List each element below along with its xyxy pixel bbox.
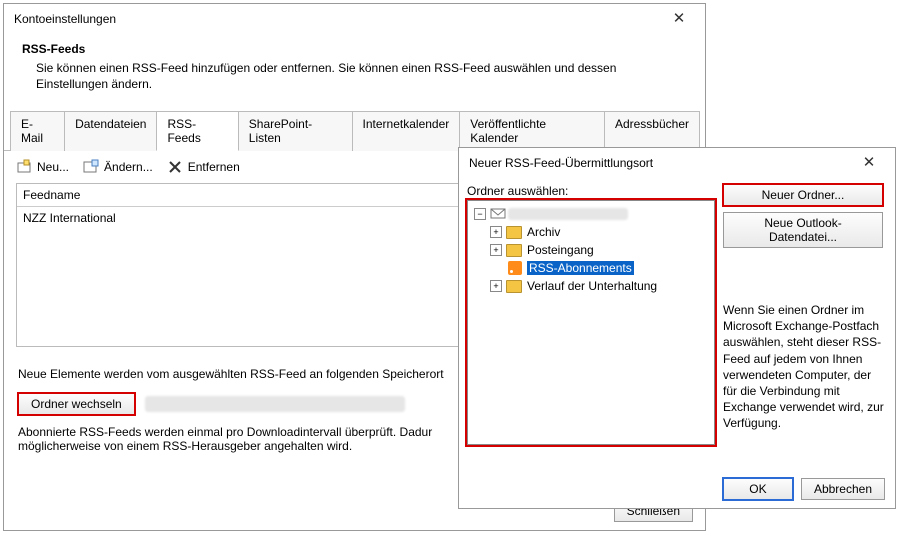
expand-icon[interactable]: + xyxy=(490,244,502,256)
tree-label: Posteingang xyxy=(527,243,594,257)
folder-icon xyxy=(506,226,522,239)
new-folder-button[interactable]: Neuer Ordner... xyxy=(723,184,883,206)
tree-label: Archiv xyxy=(527,225,560,239)
new-icon xyxy=(16,159,32,175)
tree-label: Verlauf der Unterhaltung xyxy=(527,279,657,293)
ok-button[interactable]: OK xyxy=(723,478,793,500)
new-datafile-button[interactable]: Neue Outlook-Datendatei... xyxy=(723,212,883,248)
tabs: E-Mail Datendateien RSS-Feeds SharePoint… xyxy=(4,110,705,151)
rss-icon xyxy=(508,261,522,275)
redacted-account xyxy=(508,208,628,220)
cancel-button[interactable]: Abbrechen xyxy=(801,478,885,500)
expand-icon[interactable]: + xyxy=(490,226,502,238)
redacted-path xyxy=(145,396,405,412)
dialog-title: Neuer RSS-Feed-Übermittlungsort xyxy=(469,156,653,170)
window-title: Kontoeinstellungen xyxy=(14,12,116,26)
tree-item-rss[interactable]: RSS-Abonnements xyxy=(470,259,712,277)
tab-address-books[interactable]: Adressbücher xyxy=(604,111,700,151)
dialog-buttons: OK Abbrechen xyxy=(723,478,885,500)
tree-panel: Ordner auswählen: − + Archiv + xyxy=(467,184,715,445)
tree-root[interactable]: − xyxy=(470,205,712,223)
tab-email[interactable]: E-Mail xyxy=(10,111,65,151)
close-icon[interactable]: ✕ xyxy=(849,149,889,177)
change-button[interactable]: Ändern... xyxy=(83,159,153,175)
remove-icon xyxy=(167,159,183,175)
dialog-body: Ordner auswählen: − + Archiv + xyxy=(459,178,895,485)
mailbox-icon xyxy=(490,206,506,223)
folder-icon xyxy=(506,280,522,293)
titlebar: Neuer RSS-Feed-Übermittlungsort ✕ xyxy=(459,148,895,178)
new-label: Neu... xyxy=(37,160,69,174)
section-title: RSS-Feeds xyxy=(22,42,687,56)
right-pane: Neuer Ordner... Neue Outlook-Datendatei.… xyxy=(723,184,887,445)
tab-sharepoint-lists[interactable]: SharePoint-Listen xyxy=(238,111,353,151)
tab-rss-feeds[interactable]: RSS-Feeds xyxy=(156,111,238,151)
tab-published-calendar[interactable]: Veröffentlichte Kalender xyxy=(459,111,605,151)
tree-item-verlauf[interactable]: + Verlauf der Unterhaltung xyxy=(470,277,712,295)
collapse-icon[interactable]: − xyxy=(474,208,486,220)
tree-item-posteingang[interactable]: + Posteingang xyxy=(470,241,712,259)
choose-folder-label: Ordner auswählen: xyxy=(467,184,715,200)
rss-delivery-location-dialog: Neuer RSS-Feed-Übermittlungsort ✕ Ordner… xyxy=(458,147,896,509)
change-label: Ändern... xyxy=(104,160,153,174)
remove-label: Entfernen xyxy=(188,160,240,174)
close-icon[interactable]: ✕ xyxy=(659,5,699,33)
change-icon xyxy=(83,159,99,175)
section-description: Sie können einen RSS-Feed hinzufügen ode… xyxy=(22,60,687,92)
change-folder-button[interactable]: Ordner wechseln xyxy=(18,393,135,415)
tab-datafiles[interactable]: Datendateien xyxy=(64,111,157,151)
expand-icon[interactable]: + xyxy=(490,280,502,292)
folder-icon xyxy=(506,244,522,257)
folder-tree[interactable]: − + Archiv + Posteingang xyxy=(467,200,715,445)
tree-label-selected: RSS-Abonnements xyxy=(527,261,634,275)
tab-internet-calendar[interactable]: Internetkalender xyxy=(352,111,461,151)
tree-item-archiv[interactable]: + Archiv xyxy=(470,223,712,241)
remove-button[interactable]: Entfernen xyxy=(167,159,240,175)
hint-text: Wenn Sie einen Ordner im Microsoft Excha… xyxy=(723,302,887,432)
titlebar: Kontoeinstellungen ✕ xyxy=(4,4,705,34)
new-button[interactable]: Neu... xyxy=(16,159,69,175)
heading-area: RSS-Feeds Sie können einen RSS-Feed hinz… xyxy=(4,34,705,110)
